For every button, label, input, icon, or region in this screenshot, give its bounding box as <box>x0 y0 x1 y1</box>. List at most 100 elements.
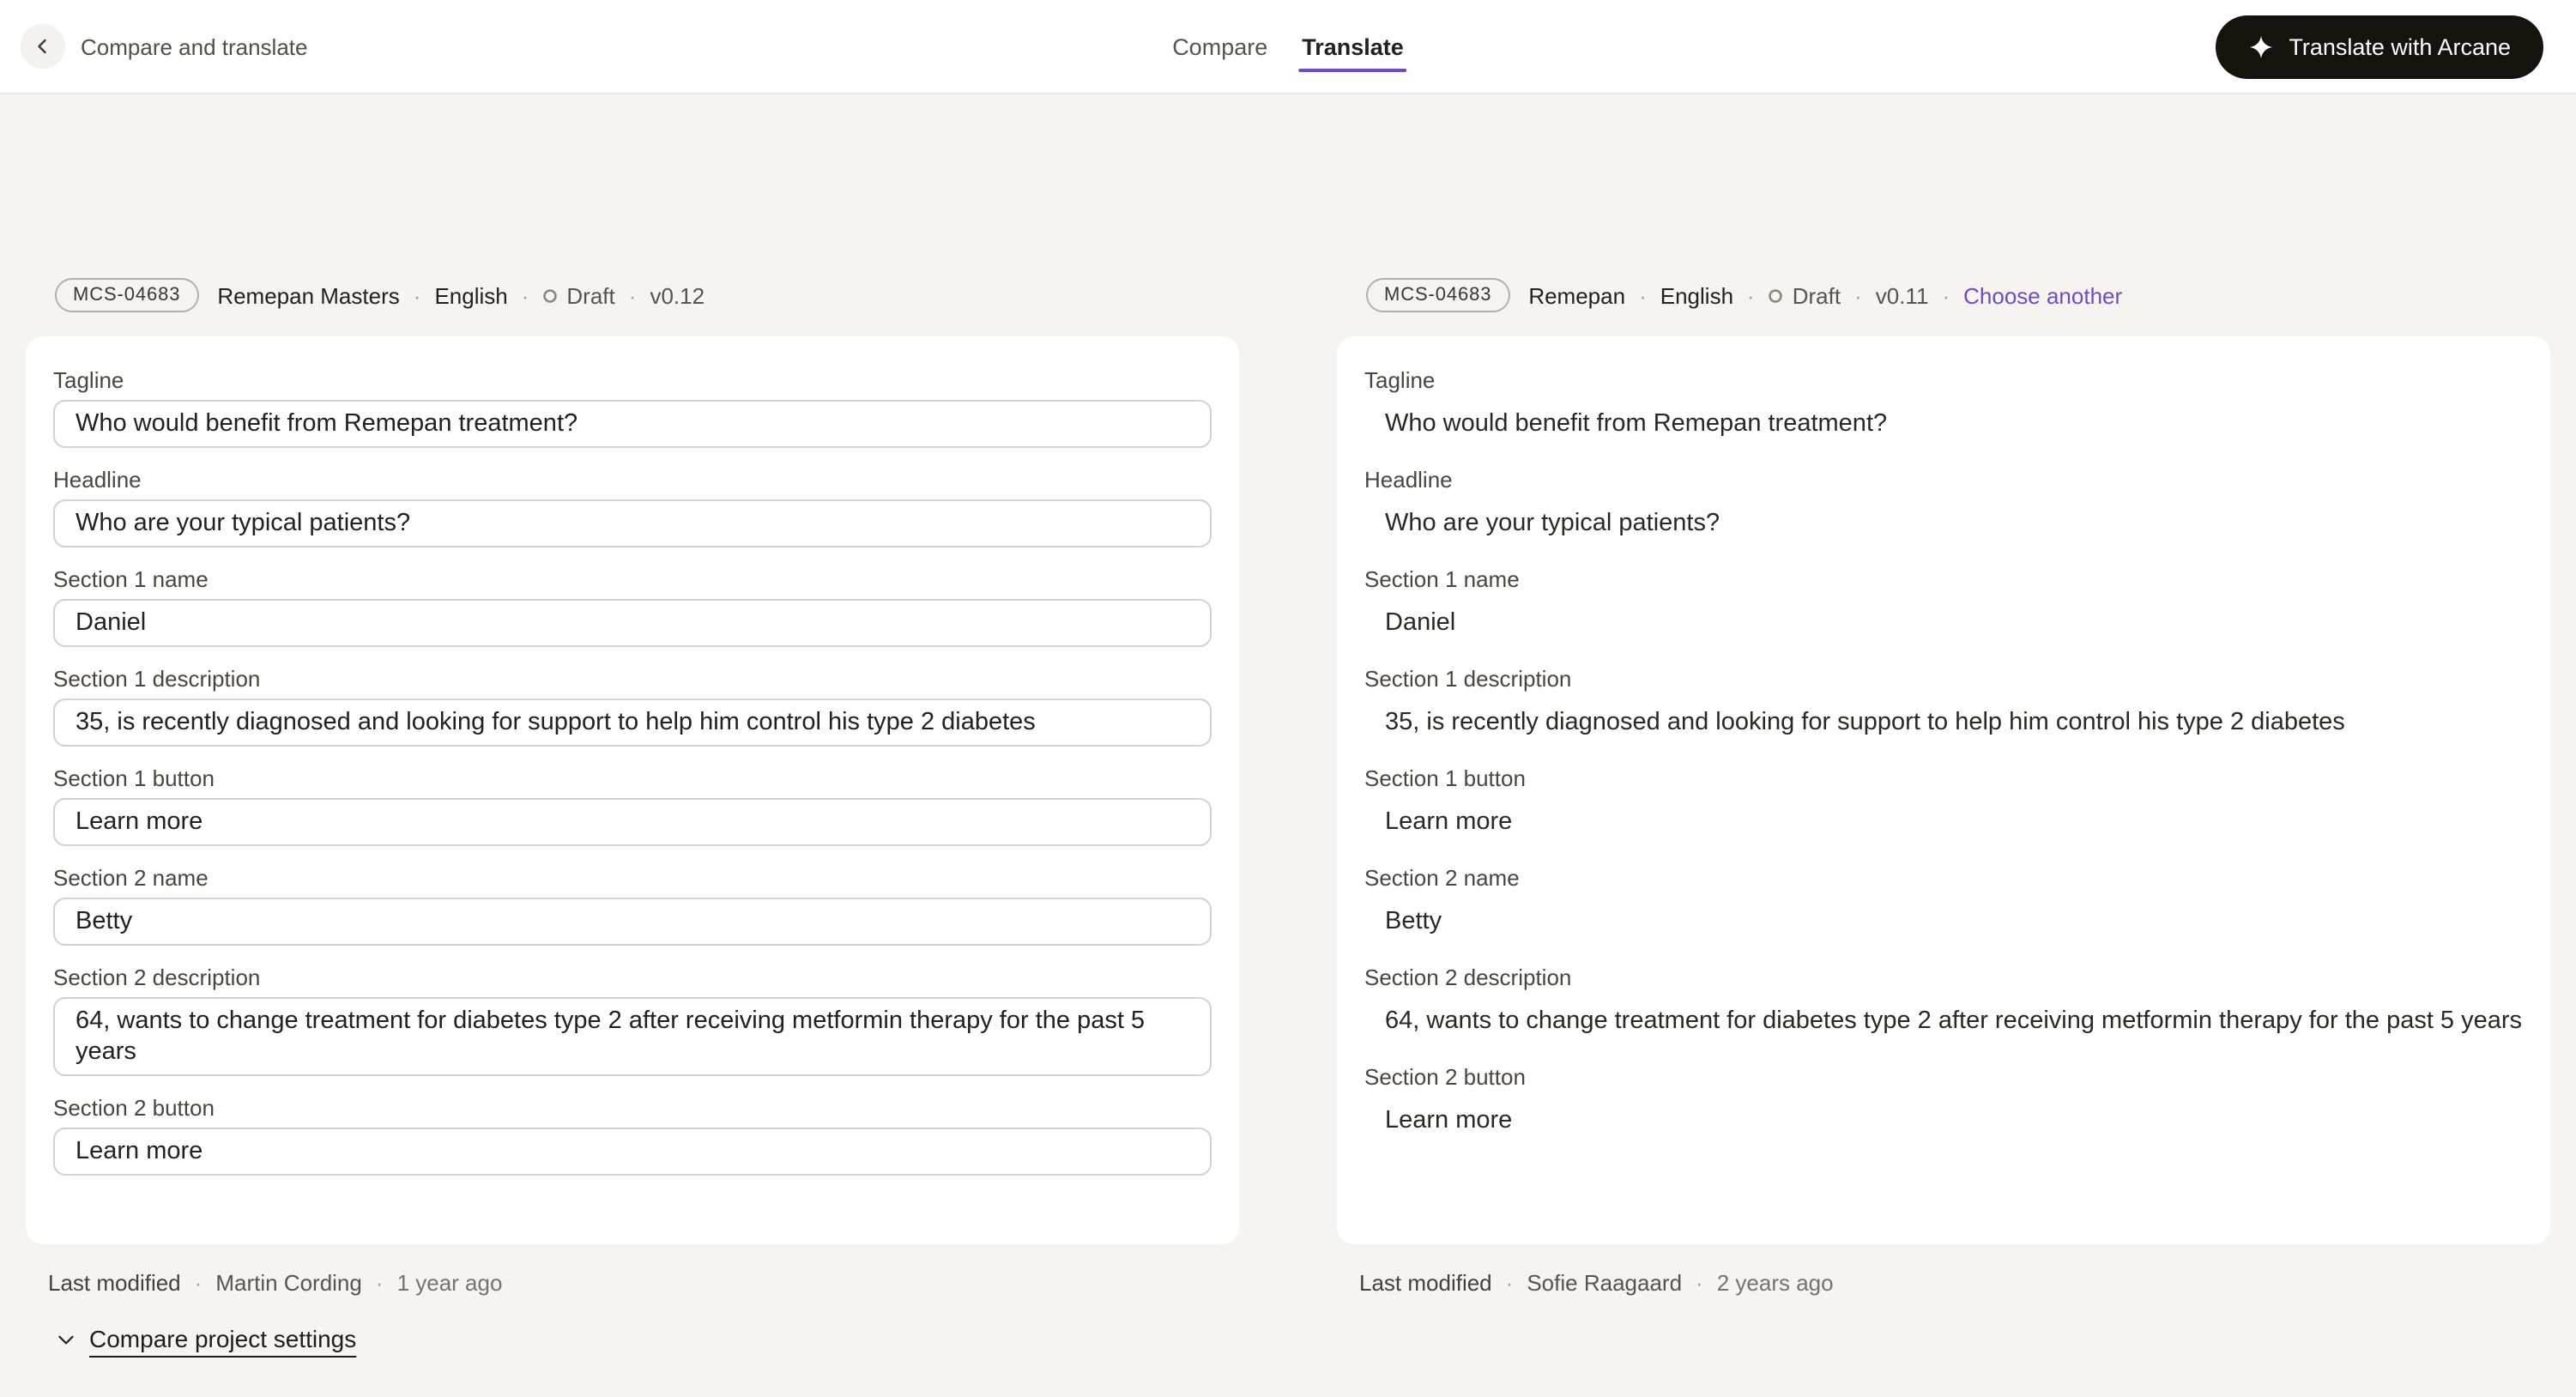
form-field: Section 1 description 35, is recently dia… <box>53 666 1212 747</box>
last-modified-author: Sofie Raagaard <box>1527 1270 1682 1296</box>
chevron-left-icon <box>33 36 53 57</box>
status-label: Draft <box>566 282 614 308</box>
field-value: Who would benefit from Remepan treatment… <box>1364 400 2523 448</box>
back-button[interactable] <box>21 24 65 69</box>
project-name: Remepan Masters <box>217 282 399 308</box>
compare-columns: MCS-04683 Remepan Masters English Draft … <box>0 278 2576 1358</box>
form-field: Headline Who are your typical patients? <box>1364 467 2523 547</box>
status-badge: Draft <box>542 282 614 308</box>
field-label: Section 2 name <box>53 865 1212 892</box>
form-field: Section 1 name Daniel <box>1364 566 2523 647</box>
chevron-down-icon <box>55 1327 77 1350</box>
target-meta-row: MCS-04683 Remepan English Draft v0.11 Ch… <box>1337 278 2550 312</box>
language-label: English <box>434 282 507 308</box>
separator-dot <box>414 282 421 308</box>
sparkle-icon <box>2247 33 2273 59</box>
separator-dot <box>522 282 529 308</box>
choose-another-link[interactable]: Choose another <box>1963 282 2122 308</box>
version-label: v0.12 <box>650 282 704 308</box>
last-modified-author: Martin Cording <box>215 1270 362 1296</box>
field-input[interactable]: Learn more <box>53 798 1212 846</box>
field-input[interactable]: Learn more <box>53 1128 1212 1176</box>
field-input[interactable]: Daniel <box>53 599 1212 647</box>
separator-dot <box>1942 282 1950 308</box>
draft-circle-icon <box>542 287 558 303</box>
field-value: Who are your typical patients? <box>1364 499 2523 547</box>
source-card: Tagline Who would benefit from Remepan tr… <box>26 336 1239 1244</box>
field-label: Section 1 description <box>53 666 1212 693</box>
field-label: Tagline <box>53 367 1212 395</box>
compare-project-settings-toggle[interactable]: Compare project settings <box>55 1325 356 1352</box>
compare-translate-page: Compare and translate Compare Translate … <box>0 0 2576 1397</box>
target-column: MCS-04683 Remepan English Draft v0.11 Ch… <box>1337 278 2550 1358</box>
form-field: Tagline Who would benefit from Remepan tr… <box>1364 367 2523 448</box>
separator-dot <box>1696 1270 1703 1296</box>
field-input[interactable]: 35, is recently diagnosed and looking fo… <box>53 698 1212 747</box>
form-field: Section 1 description 35, is recently dia… <box>1364 666 2523 747</box>
field-input[interactable]: Betty <box>53 898 1212 946</box>
form-field: Section 2 name Betty <box>53 865 1212 946</box>
field-label: Headline <box>53 467 1212 494</box>
form-field: Tagline Who would benefit from Remepan tr… <box>53 367 1212 448</box>
cta-label: Translate with Arcane <box>2289 33 2511 59</box>
form-field: Headline Who are your typical patients? <box>53 467 1212 547</box>
field-value: Learn more <box>1364 798 2523 846</box>
field-label: Tagline <box>1364 367 2523 395</box>
version-label: v0.11 <box>1876 282 1929 308</box>
field-label: Headline <box>1364 467 2523 494</box>
language-label: English <box>1660 282 1733 308</box>
target-fields: Tagline Who would benefit from Remepan tr… <box>1364 367 2523 1145</box>
source-column: MCS-04683 Remepan Masters English Draft … <box>26 278 1239 1358</box>
separator-dot <box>1854 282 1862 308</box>
field-label: Section 2 name <box>1364 865 2523 892</box>
separator-dot <box>629 282 637 308</box>
project-name: Remepan <box>1528 282 1625 308</box>
field-label: Section 1 button <box>1364 765 2523 793</box>
tab-translate[interactable]: Translate <box>1302 33 1404 59</box>
last-modified-label: Last modified <box>48 1270 181 1296</box>
form-field: Section 1 button Learn more <box>53 765 1212 846</box>
separator-dot <box>1639 282 1647 308</box>
separator-dot <box>376 1270 384 1296</box>
target-last-modified: Last modified Sofie Raagaard 2 years ago <box>1337 1270 2550 1296</box>
field-value: Daniel <box>1364 599 2523 647</box>
field-value: Learn more <box>1364 1097 2523 1145</box>
source-fields: Tagline Who would benefit from Remepan tr… <box>53 367 1212 1176</box>
form-field: Section 2 description64, wants to change… <box>53 965 1212 1076</box>
field-label: Section 2 description <box>1364 965 2523 992</box>
field-label: Section 2 button <box>1364 1064 2523 1092</box>
form-field: Section 1 button Learn more <box>1364 765 2523 846</box>
content-area: MCS-04683 Remepan Masters English Draft … <box>0 94 2576 1358</box>
separator-dot <box>1506 1270 1514 1296</box>
project-code-badge: MCS-04683 <box>55 278 198 312</box>
field-input[interactable]: Who are your typical patients? <box>53 499 1212 547</box>
field-label: Section 1 name <box>1364 566 2523 594</box>
separator-dot <box>195 1270 203 1296</box>
top-bar: Compare and translate Compare Translate … <box>0 0 2576 94</box>
form-field: Section 2 button Learn more <box>1364 1064 2523 1145</box>
form-field: Section 2 button Learn more <box>53 1095 1212 1176</box>
field-input[interactable]: 64, wants to change treatment for diabet… <box>53 997 1212 1076</box>
field-label: Section 1 button <box>53 765 1212 793</box>
project-code-badge: MCS-04683 <box>1366 278 1509 312</box>
tab-compare[interactable]: Compare <box>1172 33 1267 59</box>
status-badge: Draft <box>1769 282 1841 308</box>
form-field: Section 2 name Betty <box>1364 865 2523 946</box>
source-last-modified: Last modified Martin Cording 1 year ago <box>26 1270 1239 1296</box>
last-modified-time: 2 years ago <box>1717 1270 1834 1296</box>
status-label: Draft <box>1793 282 1841 308</box>
separator-dot <box>1747 282 1755 308</box>
tab-bar: Compare Translate <box>1172 0 1404 93</box>
field-value: 35, is recently diagnosed and looking fo… <box>1364 698 2523 747</box>
field-input[interactable]: Who would benefit from Remepan treatment… <box>53 400 1212 448</box>
field-label: Section 1 description <box>1364 666 2523 693</box>
field-label: Section 2 button <box>53 1095 1212 1122</box>
form-field: Section 1 nameDaniel <box>53 566 1212 647</box>
last-modified-time: 1 year ago <box>397 1270 503 1296</box>
translate-with-arcane-button[interactable]: Translate with Arcane <box>2215 15 2543 78</box>
form-field: Section 2 description64, wants to change… <box>1364 965 2523 1045</box>
field-value: Betty <box>1364 898 2523 946</box>
compare-project-settings-label: Compare project settings <box>89 1325 356 1352</box>
source-meta-row: MCS-04683 Remepan Masters English Draft … <box>26 278 1239 312</box>
target-card: Tagline Who would benefit from Remepan tr… <box>1337 336 2550 1244</box>
